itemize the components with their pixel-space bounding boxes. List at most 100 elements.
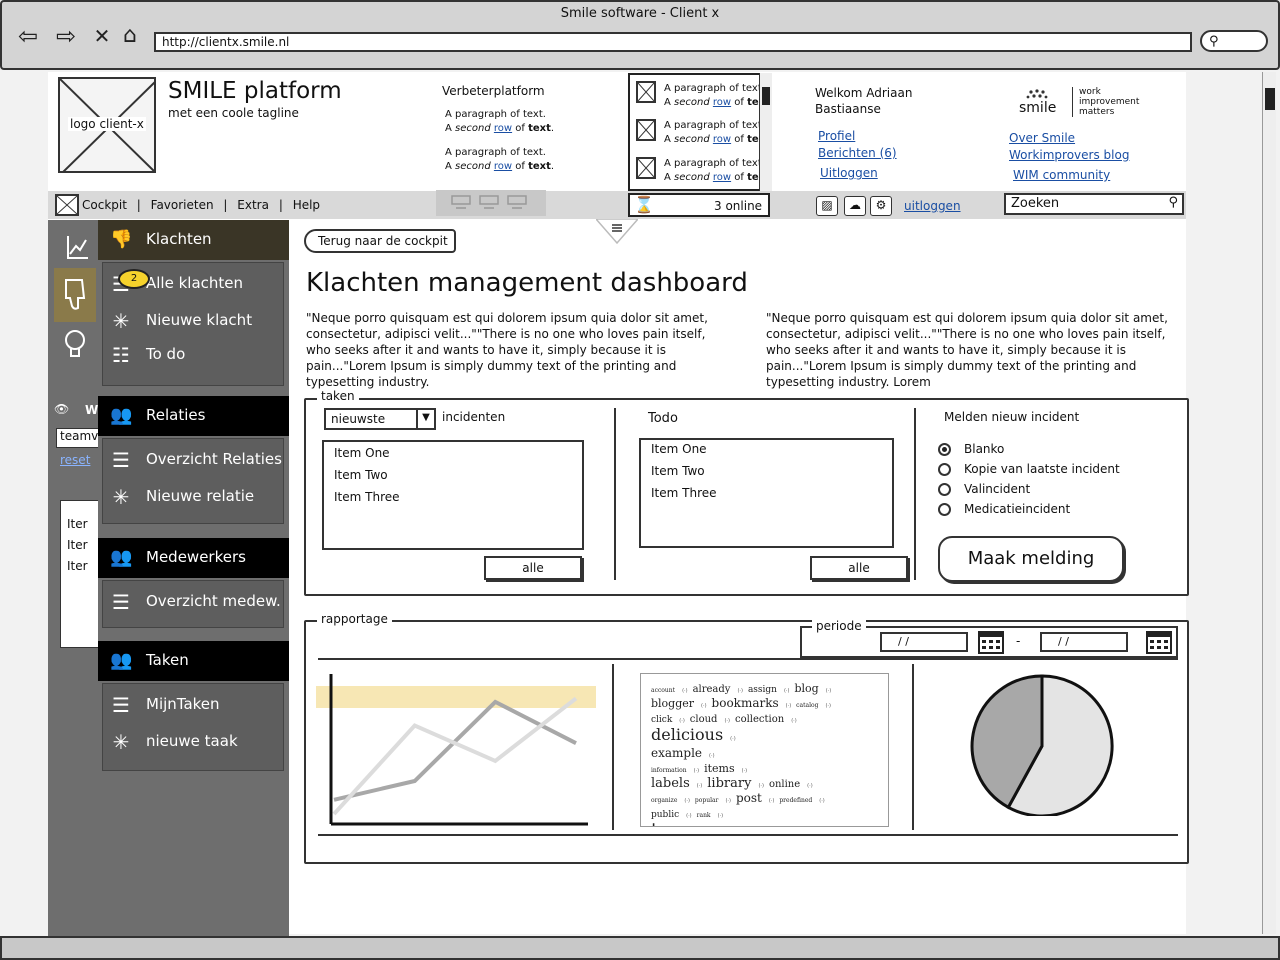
navbar-logout-link[interactable]: uitloggen <box>904 199 961 213</box>
date-from-input[interactable]: / / <box>880 632 968 652</box>
berichten-link[interactable]: Berichten (6) <box>818 146 897 160</box>
uitloggen-link[interactable]: Uitloggen <box>820 166 878 180</box>
row-link[interactable]: row <box>494 161 512 172</box>
scrollbar-thumb[interactable] <box>762 87 770 105</box>
tag-count: (·) <box>717 813 724 819</box>
calendar-icon[interactable] <box>978 630 1004 654</box>
tag-word[interactable]: labels <box>651 776 690 791</box>
menu-section-taken[interactable]: 👥 Taken <box>98 641 289 681</box>
list-item[interactable]: Item Two <box>641 464 892 486</box>
ticker-scrollbar[interactable] <box>759 73 772 191</box>
all-todos-button[interactable]: alle <box>810 556 908 580</box>
text-bold: text <box>528 161 551 172</box>
tag-word[interactable]: blog <box>794 682 818 695</box>
tag-word[interactable]: information <box>651 767 687 774</box>
tag-word[interactable]: example <box>651 746 702 760</box>
list-item[interactable]: Item Three <box>324 490 582 512</box>
tag-word[interactable]: public <box>651 810 679 820</box>
tag-count: (·) <box>807 783 813 789</box>
tag-word[interactable]: organize <box>651 797 677 804</box>
profiel-link[interactable]: Profiel <box>818 129 855 143</box>
pull-down-handle[interactable] <box>594 218 640 245</box>
thumbs-down-icon[interactable] <box>54 268 96 322</box>
scrollbar-thumb[interactable] <box>1265 88 1275 110</box>
all-incidents-button[interactable]: alle <box>484 556 582 580</box>
chart-icon[interactable] <box>54 222 96 270</box>
tag-word[interactable]: click <box>651 715 672 725</box>
tag-word[interactable]: account <box>651 687 675 694</box>
tag-word[interactable]: already <box>693 684 731 695</box>
date-to-input[interactable]: / / <box>1040 632 1128 652</box>
horizontal-scrollbar[interactable] <box>0 936 1280 960</box>
cockpit-icon[interactable] <box>55 194 79 216</box>
asterisk-icon: ✳ <box>112 730 130 754</box>
tag-word[interactable]: catalog <box>796 702 818 709</box>
browser-search-button[interactable]: ⚲ <box>1200 30 1268 52</box>
image-icon[interactable]: ▨ <box>816 196 838 216</box>
row-link[interactable]: row <box>494 123 512 134</box>
tag-word[interactable]: popular <box>695 797 719 804</box>
search-input[interactable]: Zoeken ⚲ <box>1004 193 1184 215</box>
list-item[interactable]: Item Three <box>641 486 892 508</box>
radio-dot[interactable] <box>938 503 951 516</box>
tag-word[interactable]: rank <box>697 812 711 819</box>
menu-section-relaties[interactable]: 👥 Relaties <box>98 396 289 436</box>
close-icon[interactable]: ✕ <box>88 24 116 50</box>
home-icon[interactable]: ⌂ <box>116 24 144 50</box>
tag-word[interactable]: items <box>704 762 735 775</box>
tag-word[interactable]: collection <box>735 714 784 725</box>
search-icon: ⚲ <box>1168 195 1178 210</box>
tag-word[interactable]: library <box>707 776 751 791</box>
tag-word[interactable]: predefined <box>779 797 812 804</box>
list-item[interactable]: Item One <box>324 446 582 468</box>
forward-arrow-icon[interactable]: ⇨ <box>52 24 80 50</box>
tag-word[interactable]: bookmarks <box>712 696 779 710</box>
wim-community-link[interactable]: WIM community <box>1013 168 1110 182</box>
paragraph-line: A second row of text. <box>445 160 554 174</box>
news-ticker[interactable]: A paragraph of text. A second row of tex … <box>628 73 772 191</box>
nav-help[interactable]: Help <box>293 198 320 212</box>
over-smile-link[interactable]: Over Smile <box>1009 131 1075 145</box>
tag-word[interactable]: assign <box>748 685 777 695</box>
tag-word[interactable]: delicious <box>651 725 723 744</box>
back-arrow-icon[interactable]: ⇦ <box>14 24 42 50</box>
back-to-cockpit-button[interactable]: Terug naar de cockpit <box>304 229 456 253</box>
row-link[interactable]: row <box>713 97 731 108</box>
maak-melding-button[interactable]: Maak melding <box>938 536 1124 582</box>
settings-icon[interactable]: ⚙ <box>870 196 892 216</box>
row-link[interactable]: row <box>713 172 731 183</box>
team-filter-input[interactable]: teamv <box>56 428 100 448</box>
online-counter[interactable]: ⌛ 3 online <box>628 193 770 217</box>
tag-word[interactable]: post <box>736 791 762 805</box>
nav-favorieten[interactable]: Favorieten <box>151 198 214 212</box>
paragraph-line: A paragraph of text. <box>445 147 546 158</box>
date-separator: - <box>1016 634 1021 648</box>
radio-dot[interactable] <box>938 443 951 456</box>
nav-extra[interactable]: Extra <box>237 198 269 212</box>
incident-filter-select[interactable]: nieuwste ▼ <box>324 408 436 430</box>
chat-icon[interactable]: ☁ <box>844 196 866 216</box>
vertical-scrollbar[interactable] <box>1262 72 1276 934</box>
tag-word[interactable]: online <box>769 779 800 790</box>
todo-list[interactable]: Item One Item Two Item Three <box>639 438 894 548</box>
radio-dot[interactable] <box>938 483 951 496</box>
row-link[interactable]: row <box>713 134 731 145</box>
reset-link[interactable]: reset <box>60 453 90 467</box>
search-placeholder: Zoeken <box>1011 196 1060 211</box>
menu-section-medewerkers[interactable]: 👥 Medewerkers <box>98 538 289 578</box>
calendar-icon[interactable] <box>1146 630 1172 654</box>
tag-word[interactable]: blogger <box>651 697 694 710</box>
tag-word[interactable]: tags <box>651 820 688 827</box>
online-count: 3 online <box>714 199 763 213</box>
menu-section-klachten[interactable]: 👎 Klachten <box>98 220 289 260</box>
radio-dot[interactable] <box>938 463 951 476</box>
nav-cockpit[interactable]: Cockpit <box>82 198 127 212</box>
lightbulb-icon[interactable] <box>54 322 96 370</box>
incident-list[interactable]: Item One Item Two Item Three <box>322 440 584 550</box>
list-item[interactable]: Item Two <box>324 468 582 490</box>
tag-word[interactable]: used <box>705 825 731 826</box>
tag-word[interactable]: cloud <box>690 714 718 725</box>
workimprovers-blog-link[interactable]: Workimprovers blog <box>1009 148 1129 162</box>
url-bar[interactable]: http://clientx.smile.nl <box>154 32 1192 52</box>
list-item[interactable]: Item One <box>641 442 892 464</box>
